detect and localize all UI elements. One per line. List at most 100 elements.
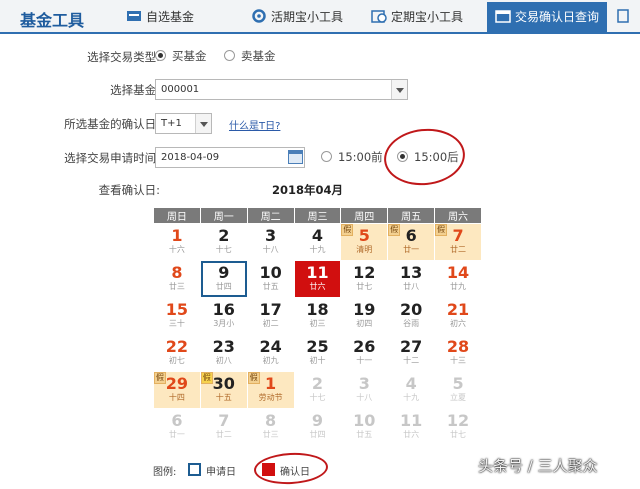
calendar-day-cell[interactable]: 假 6 廿一 <box>387 223 436 261</box>
calendar-day-number: 2 <box>311 374 324 393</box>
tab-label: 自选基金 <box>146 10 195 24</box>
calendar-day-number: 8 <box>171 263 183 282</box>
calendar-day-number: 18 <box>306 300 329 319</box>
calendar-week-row: 假 29 十四假 30 十五假 1 劳动节 2 十七 3 十八 4 十九 5 立夏 <box>153 371 482 409</box>
calendar-day-cell[interactable]: 26 十一 <box>340 334 389 372</box>
calendar-day-cell[interactable]: 10 廿五 <box>246 260 295 298</box>
legend-confirm-swatch <box>262 463 275 476</box>
calendar-lunar-date: 十二 <box>403 356 420 365</box>
calendar-day-cell[interactable]: 28 十三 <box>434 334 482 372</box>
calendar-day-cell[interactable]: 27 十二 <box>387 334 436 372</box>
tab-watchlist-funds[interactable]: 自选基金 <box>126 4 194 30</box>
calendar-lunar-date: 廿五 <box>356 430 373 439</box>
calendar-day-cell[interactable]: 1 十六 <box>153 223 201 261</box>
calendar-day-cell[interactable]: 12 廿七 <box>340 260 389 298</box>
fund-icon <box>127 11 141 21</box>
weekday-header-cell: 周四 <box>340 207 389 224</box>
date-picker-icon[interactable] <box>288 150 303 164</box>
confirm-day-select[interactable]: T+1 <box>155 113 212 134</box>
calendar-day-cell[interactable]: 8 廿三 <box>246 408 295 446</box>
calendar-day-cell[interactable]: 12 廿七 <box>434 408 482 446</box>
calendar-day-cell[interactable]: 19 初四 <box>340 297 389 335</box>
calendar-day-cell[interactable]: 5 立夏 <box>434 371 482 409</box>
calendar-day-number: 3 <box>265 226 277 245</box>
calendar-day-number: 3 <box>358 374 370 393</box>
calendar-day-number: 15 <box>165 300 189 319</box>
calendar-day-number: 12 <box>446 411 470 430</box>
calendar-lunar-date: 十七 <box>309 393 326 402</box>
calendar-day-number: 4 <box>405 374 417 393</box>
calendar-lunar-date: 初二 <box>262 319 279 328</box>
calendar-day-cell[interactable]: 假 7 廿二 <box>434 223 482 261</box>
calendar-day-cell[interactable]: 23 初八 <box>199 334 248 372</box>
apply-date-input[interactable]: 2018-04-09 <box>155 147 305 168</box>
calendar-day-cell[interactable]: 13 廿八 <box>387 260 436 298</box>
what-is-t-day-link[interactable]: 什么是T日? <box>229 117 280 132</box>
tab-fixed-bao-tools[interactable]: 定期宝小工具 <box>371 4 463 30</box>
calendar-lunar-date: 廿九 <box>450 282 467 291</box>
calendar-day-cell[interactable]: 22 初七 <box>153 334 201 372</box>
calendar-day-cell[interactable]: 10 廿五 <box>340 408 389 446</box>
trade-type-label: 选择交易类型: <box>87 50 160 64</box>
calendar-day-cell[interactable]: 假 5 清明 <box>340 223 389 261</box>
calendar-day-cell[interactable]: 假 29 十四 <box>153 371 201 409</box>
calendar-clock-icon <box>371 10 387 23</box>
calendar-day-cell[interactable]: 14 廿九 <box>434 260 482 298</box>
chevron-down-icon[interactable] <box>391 80 407 99</box>
calendar-day-cell[interactable]: 6 廿一 <box>153 408 201 446</box>
calendar-day-cell[interactable]: 假 1 劳动节 <box>246 371 295 409</box>
calendar-day-number: 24 <box>259 337 282 356</box>
buy-fund-radio[interactable] <box>155 50 166 61</box>
calendar-day-cell[interactable]: 18 初三 <box>293 297 342 335</box>
calendar-day-cell[interactable]: 9 廿四 <box>293 408 342 446</box>
sell-fund-label: 卖基金 <box>241 49 276 63</box>
calendar-day-cell[interactable]: 11 廿六 <box>387 408 436 446</box>
calendar-day-number: 4 <box>311 226 324 245</box>
calendar-day-number: 19 <box>353 300 376 319</box>
calendar-day-cell[interactable]: 16 3月小 <box>199 297 248 335</box>
calendar-week-row: 15 三十 16 3月小 17 初二 18 初三 19 初四 20 谷雨 21 初六 <box>153 297 482 335</box>
tab-confirm-date-query[interactable]: 交易确认日查询 <box>487 2 608 32</box>
calendar-day-cell[interactable]: 24 初九 <box>246 334 295 372</box>
calendar-day-cell[interactable]: 8 廿三 <box>153 260 201 298</box>
before-1500-radio[interactable] <box>321 151 332 162</box>
calendar-day-cell[interactable]: 25 初十 <box>293 334 342 372</box>
calendar-day-cell[interactable]: 4 十九 <box>387 371 436 409</box>
chevron-down-icon[interactable] <box>195 114 211 133</box>
calendar-lunar-date: 十四 <box>168 393 185 402</box>
calendar-day-cell[interactable]: 11 廿六 <box>293 260 342 298</box>
calendar-week-row: 22 初七 23 初八 24 初九 25 初十 26 十一 27 十二 28 十三 <box>153 334 482 372</box>
calendar-day-cell[interactable]: 20 谷雨 <box>387 297 436 335</box>
calendar-day-cell[interactable]: 15 三十 <box>153 297 201 335</box>
buy-fund-label: 买基金 <box>172 49 207 63</box>
calendar-day-cell[interactable]: 7 廿二 <box>199 408 248 446</box>
calendar-day-cell[interactable]: 3 十八 <box>246 223 295 261</box>
holiday-badge: 假 <box>154 372 166 384</box>
calendar-day-cell[interactable]: 3 十八 <box>340 371 389 409</box>
calendar-day-cell[interactable]: 9 廿四 <box>199 260 248 298</box>
weekday-header-cell: 周六 <box>434 207 482 224</box>
calendar-day-number: 2 <box>218 226 230 245</box>
tab-label: 定期宝小工具 <box>391 10 464 24</box>
tab-overflow[interactable] <box>616 4 636 30</box>
calendar-day-cell[interactable]: 17 初二 <box>246 297 295 335</box>
calendar-day-cell[interactable]: 假 30 十五 <box>199 371 248 409</box>
calendar-day-number: 9 <box>218 263 230 282</box>
calendar-lunar-date: 初四 <box>356 319 373 328</box>
fund-select[interactable]: 000001 <box>155 79 408 100</box>
holiday-badge: 假 <box>435 224 448 236</box>
calendar-title: 2018年04月 <box>272 183 344 197</box>
calendar-day-cell[interactable]: 21 初六 <box>434 297 482 335</box>
calendar-lunar-date: 廿一 <box>168 430 185 439</box>
tab-current-bao-tools[interactable]: 活期宝小工具 <box>251 4 343 30</box>
weekday-header-cell: 周日 <box>153 207 201 224</box>
calendar-lunar-date: 初八 <box>215 356 232 365</box>
sell-fund-radio[interactable] <box>224 50 235 61</box>
calendar-day-number: 26 <box>353 337 376 356</box>
apply-time-label: 选择交易申请时间: <box>64 151 160 165</box>
calendar-day-cell[interactable]: 2 十七 <box>199 223 248 261</box>
app-title: 基金工具 <box>20 11 85 30</box>
calendar-day-cell[interactable]: 2 十七 <box>293 371 342 409</box>
calendar-day-cell[interactable]: 4 十九 <box>293 223 342 261</box>
calendar-day-number: 6 <box>171 411 183 430</box>
